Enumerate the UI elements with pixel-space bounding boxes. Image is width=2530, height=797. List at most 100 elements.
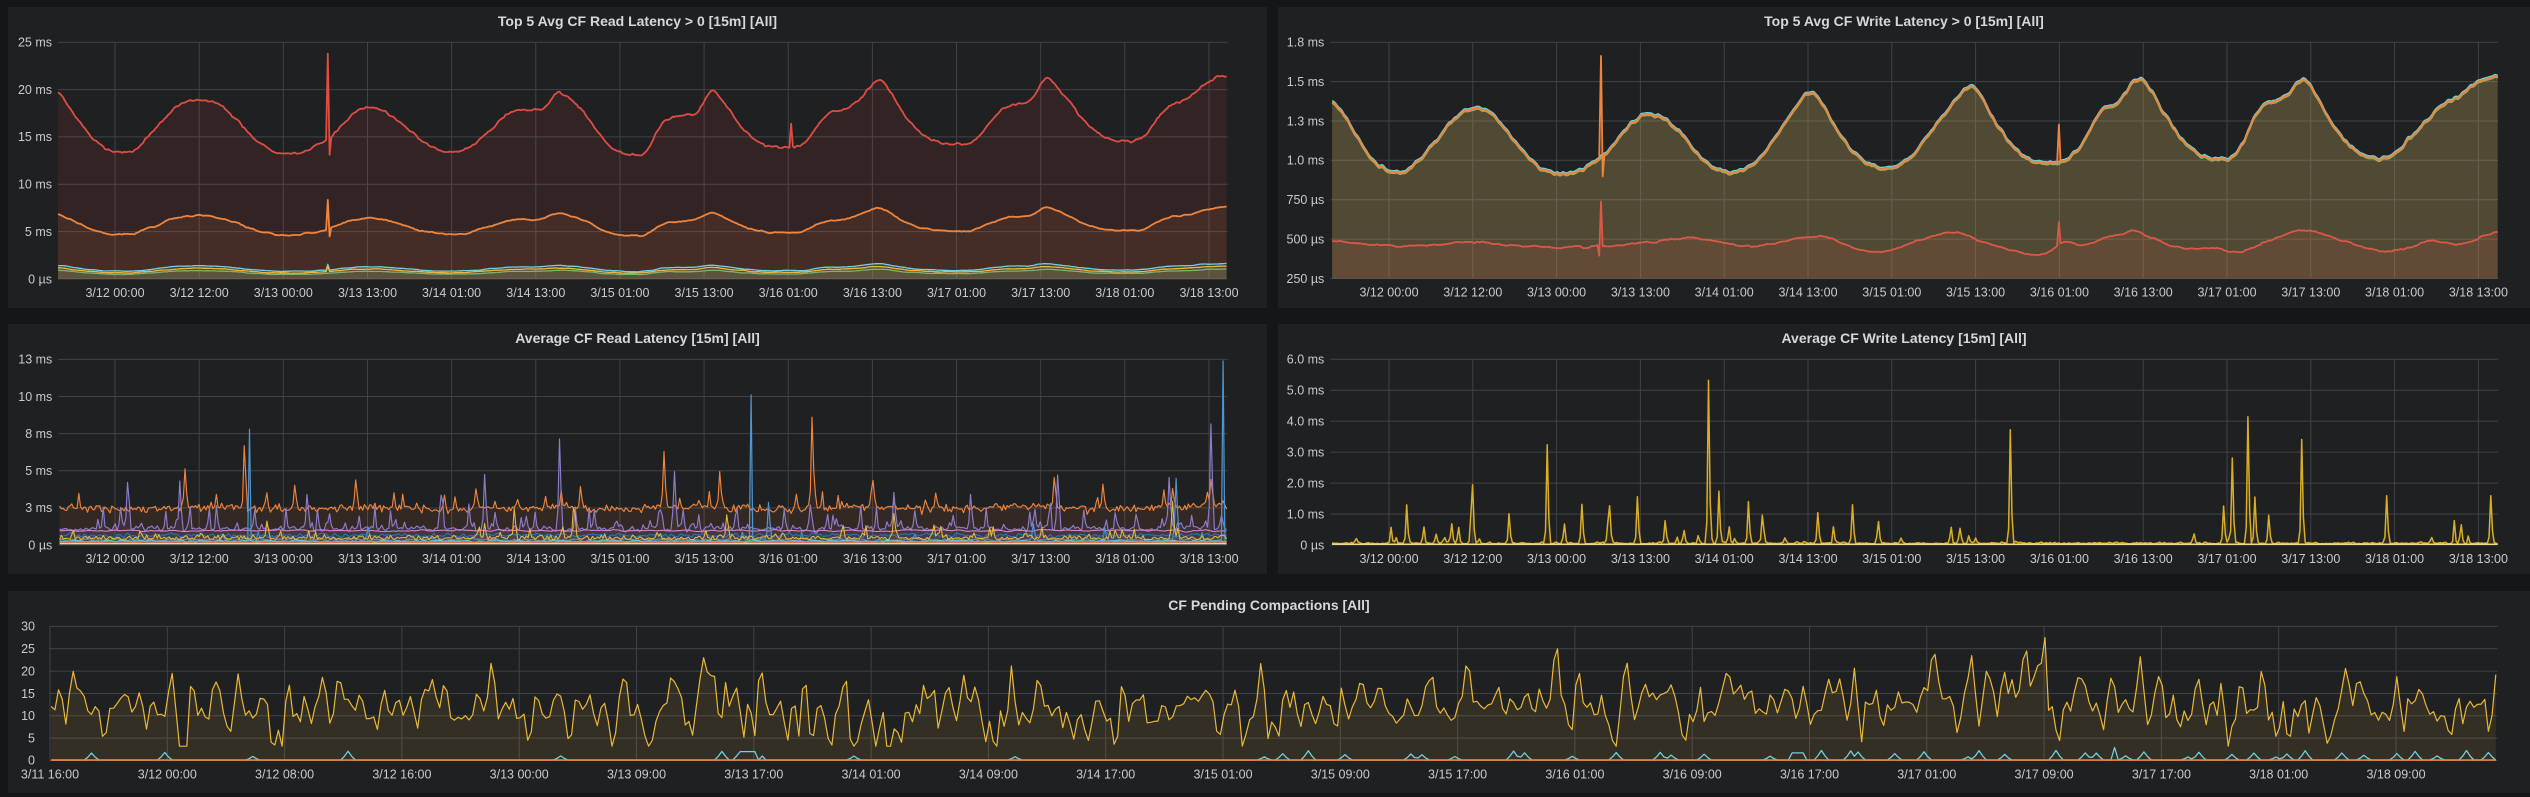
svg-text:3/17 01:00: 3/17 01:00	[2197, 552, 2256, 566]
svg-text:3/13 13:00: 3/13 13:00	[338, 286, 397, 300]
svg-text:0 µs: 0 µs	[28, 538, 52, 552]
svg-text:5 ms: 5 ms	[25, 464, 52, 478]
svg-text:3/12 12:00: 3/12 12:00	[170, 552, 229, 566]
svg-text:3/17 17:00: 3/17 17:00	[2132, 768, 2191, 782]
svg-text:5.0 ms: 5.0 ms	[1287, 384, 1325, 398]
svg-text:3/18 09:00: 3/18 09:00	[2366, 768, 2425, 782]
svg-text:3/16 01:00: 3/16 01:00	[759, 286, 818, 300]
svg-text:3/18 01:00: 3/18 01:00	[1095, 552, 1154, 566]
svg-text:3 ms: 3 ms	[25, 501, 52, 515]
svg-text:3/18 01:00: 3/18 01:00	[1095, 286, 1154, 300]
svg-text:3/18 01:00: 3/18 01:00	[2365, 552, 2424, 566]
svg-text:3/15 13:00: 3/15 13:00	[675, 286, 734, 300]
svg-text:25 ms: 25 ms	[18, 36, 52, 50]
svg-text:3/12 08:00: 3/12 08:00	[255, 768, 314, 782]
svg-text:3/12 00:00: 3/12 00:00	[1359, 552, 1418, 566]
svg-text:3/13 13:00: 3/13 13:00	[338, 552, 397, 566]
svg-text:3/16 01:00: 3/16 01:00	[1545, 768, 1604, 782]
svg-text:3/18 13:00: 3/18 13:00	[2449, 286, 2508, 300]
svg-text:20 ms: 20 ms	[18, 83, 52, 97]
svg-text:3/17 13:00: 3/17 13:00	[2281, 286, 2340, 300]
svg-text:3/17 01:00: 3/17 01:00	[927, 286, 986, 300]
svg-text:3/13 13:00: 3/13 13:00	[1611, 552, 1670, 566]
svg-text:3/13 00:00: 3/13 00:00	[1527, 552, 1586, 566]
svg-text:3/13 00:00: 3/13 00:00	[1527, 286, 1586, 300]
svg-text:3/12 00:00: 3/12 00:00	[85, 552, 144, 566]
svg-text:3/18 13:00: 3/18 13:00	[2449, 552, 2508, 566]
svg-text:3/17 01:00: 3/17 01:00	[927, 552, 986, 566]
svg-text:3/17 13:00: 3/17 13:00	[2281, 552, 2340, 566]
svg-text:3/18 13:00: 3/18 13:00	[1179, 552, 1238, 566]
svg-text:3/16 09:00: 3/16 09:00	[1663, 768, 1722, 782]
svg-text:1.8 ms: 1.8 ms	[1287, 36, 1325, 50]
svg-text:3/16 13:00: 3/16 13:00	[2114, 552, 2173, 566]
svg-text:750 µs: 750 µs	[1287, 193, 1325, 207]
svg-text:30: 30	[21, 620, 35, 634]
svg-text:3/15 01:00: 3/15 01:00	[590, 286, 649, 300]
svg-text:0: 0	[28, 754, 35, 768]
svg-text:3/17 09:00: 3/17 09:00	[2015, 768, 2074, 782]
svg-text:3/12 00:00: 3/12 00:00	[138, 768, 197, 782]
svg-text:3/13 00:00: 3/13 00:00	[490, 768, 549, 782]
svg-text:3/16 01:00: 3/16 01:00	[759, 552, 818, 566]
svg-text:3/13 13:00: 3/13 13:00	[1611, 286, 1670, 300]
svg-text:3/12 12:00: 3/12 12:00	[1443, 286, 1502, 300]
svg-text:3/16 01:00: 3/16 01:00	[2030, 286, 2089, 300]
svg-text:3/17 01:00: 3/17 01:00	[1897, 768, 1956, 782]
svg-text:3/14 09:00: 3/14 09:00	[959, 768, 1018, 782]
svg-text:2.0 ms: 2.0 ms	[1287, 476, 1325, 490]
svg-text:3/13 00:00: 3/13 00:00	[254, 286, 313, 300]
svg-text:3/14 17:00: 3/14 17:00	[1076, 768, 1135, 782]
svg-text:20: 20	[21, 664, 35, 678]
svg-text:3/18 01:00: 3/18 01:00	[2249, 768, 2308, 782]
svg-text:Average CF Read Latency [15m]: Average CF Read Latency [15m] [All]	[515, 330, 760, 346]
svg-text:Average CF Write Latency [15m]: Average CF Write Latency [15m] [All]	[1781, 330, 2026, 346]
svg-text:3/12 00:00: 3/12 00:00	[85, 286, 144, 300]
svg-text:3/17 13:00: 3/17 13:00	[1011, 286, 1070, 300]
svg-text:3/12 16:00: 3/12 16:00	[372, 768, 431, 782]
svg-text:3/12 12:00: 3/12 12:00	[1443, 552, 1502, 566]
svg-text:1.5 ms: 1.5 ms	[1287, 75, 1325, 89]
svg-text:1.0 ms: 1.0 ms	[1287, 507, 1325, 521]
svg-text:3/15 01:00: 3/15 01:00	[1862, 552, 1921, 566]
svg-text:3/14 01:00: 3/14 01:00	[422, 552, 481, 566]
svg-text:5 ms: 5 ms	[25, 225, 52, 239]
svg-text:1.3 ms: 1.3 ms	[1287, 114, 1325, 128]
svg-text:3/12 00:00: 3/12 00:00	[1359, 286, 1418, 300]
svg-text:15: 15	[21, 687, 35, 701]
svg-text:6.0 ms: 6.0 ms	[1287, 353, 1325, 367]
svg-text:0 µs: 0 µs	[1300, 538, 1324, 552]
svg-text:3/14 13:00: 3/14 13:00	[1778, 552, 1837, 566]
svg-text:3.0 ms: 3.0 ms	[1287, 445, 1325, 459]
svg-text:1.0 ms: 1.0 ms	[1287, 154, 1325, 168]
svg-text:3/14 01:00: 3/14 01:00	[1695, 286, 1754, 300]
svg-text:Top 5 Avg CF Write Latency > 0: Top 5 Avg CF Write Latency > 0 [15m] [Al…	[1764, 13, 2044, 29]
svg-text:13 ms: 13 ms	[18, 353, 52, 367]
svg-text:8 ms: 8 ms	[25, 427, 52, 441]
svg-text:3/15 01:00: 3/15 01:00	[1862, 286, 1921, 300]
svg-text:3/16 17:00: 3/16 17:00	[1780, 768, 1839, 782]
svg-text:3/16 13:00: 3/16 13:00	[843, 552, 902, 566]
svg-text:3/15 13:00: 3/15 13:00	[1946, 286, 2005, 300]
svg-text:3/14 13:00: 3/14 13:00	[1778, 286, 1837, 300]
svg-text:3/14 13:00: 3/14 13:00	[506, 286, 565, 300]
svg-text:10: 10	[21, 709, 35, 723]
svg-text:25: 25	[21, 642, 35, 656]
svg-text:4.0 ms: 4.0 ms	[1287, 414, 1325, 428]
svg-text:3/13 00:00: 3/13 00:00	[254, 552, 313, 566]
svg-text:3/14 01:00: 3/14 01:00	[842, 768, 901, 782]
svg-text:3/15 09:00: 3/15 09:00	[1311, 768, 1370, 782]
svg-text:10 ms: 10 ms	[18, 390, 52, 404]
svg-text:3/11 16:00: 3/11 16:00	[21, 768, 79, 782]
svg-text:3/16 13:00: 3/16 13:00	[843, 286, 902, 300]
svg-text:15 ms: 15 ms	[18, 130, 52, 144]
svg-text:3/15 01:00: 3/15 01:00	[1193, 768, 1252, 782]
svg-text:500 µs: 500 µs	[1287, 232, 1325, 246]
svg-text:3/15 17:00: 3/15 17:00	[1428, 768, 1487, 782]
svg-text:3/15 13:00: 3/15 13:00	[675, 552, 734, 566]
svg-text:0 µs: 0 µs	[28, 272, 52, 286]
svg-text:3/16 01:00: 3/16 01:00	[2030, 552, 2089, 566]
svg-text:3/17 13:00: 3/17 13:00	[1011, 552, 1070, 566]
svg-text:3/14 01:00: 3/14 01:00	[1695, 552, 1754, 566]
svg-text:5: 5	[28, 731, 35, 745]
